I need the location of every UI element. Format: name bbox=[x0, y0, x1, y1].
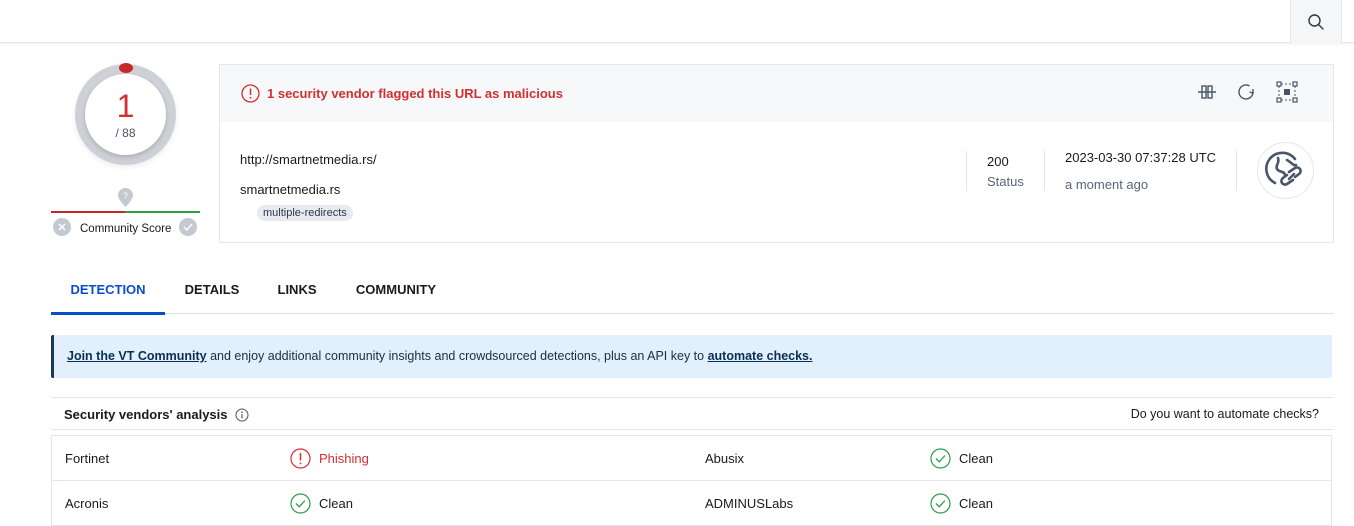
url-globe-link-icon bbox=[1264, 151, 1302, 186]
divider bbox=[1044, 151, 1045, 191]
tab-details[interactable]: DETAILS bbox=[177, 270, 247, 313]
check-circle-icon bbox=[930, 448, 951, 469]
vote-harmless-button[interactable] bbox=[179, 218, 197, 236]
tab-links[interactable]: LINKS bbox=[271, 270, 323, 313]
malicious-alert: 1 security vendor flagged this URL as ma… bbox=[241, 84, 563, 103]
community-score-label: Community Score bbox=[80, 223, 172, 235]
summary-card-header: 1 security vendor flagged this URL as ma… bbox=[220, 65, 1333, 122]
close-icon bbox=[58, 223, 66, 231]
check-circle-icon bbox=[290, 493, 311, 514]
vendors-title: Security vendors' analysis bbox=[64, 407, 249, 422]
automate-checks-link[interactable]: automate checks. bbox=[708, 349, 813, 363]
summary-actions bbox=[1196, 81, 1298, 103]
reanalyze-icon bbox=[1238, 84, 1254, 100]
community-bar-negative bbox=[51, 211, 125, 213]
vendors-header: Security vendors' analysis Do you want t… bbox=[51, 397, 1334, 430]
result-label: Phishing bbox=[319, 451, 369, 466]
vendors-table: Fortinet Phishing Abusix Clean Acronis C… bbox=[51, 435, 1332, 526]
reanalyze-button[interactable] bbox=[1236, 81, 1258, 103]
http-status-code: 200 bbox=[987, 154, 1009, 169]
community-banner: Join the VT Community and enjoy addition… bbox=[51, 335, 1332, 378]
banner-text: and enjoy additional community insights … bbox=[206, 349, 708, 363]
svg-text:?: ? bbox=[123, 191, 128, 201]
alert-circle-icon bbox=[290, 448, 311, 469]
vendor-name: Abusix bbox=[705, 451, 745, 466]
analysis-date: 2023-03-30 07:37:28 UTC bbox=[1065, 150, 1217, 165]
analysis-relative-date: a moment ago bbox=[1065, 177, 1149, 192]
alert-text: 1 security vendor flagged this URL as ma… bbox=[267, 86, 563, 101]
gauge-indicator-dot bbox=[119, 63, 133, 73]
vendor-result: Clean bbox=[930, 493, 993, 514]
automate-checks-prompt[interactable]: Do you want to automate checks? bbox=[1131, 407, 1319, 421]
compare-button[interactable] bbox=[1196, 81, 1218, 103]
result-label: Clean bbox=[959, 451, 993, 466]
community-score-pin-icon: ? bbox=[118, 188, 133, 207]
alert-circle-icon bbox=[241, 84, 260, 103]
vendor-name: ADMINUSLabs bbox=[705, 496, 794, 511]
divider bbox=[966, 151, 967, 191]
compare-icon bbox=[1198, 85, 1216, 99]
scanned-url[interactable]: http://smartnetmedia.rs/ bbox=[240, 152, 377, 167]
engine-total: / 88 bbox=[115, 126, 136, 140]
table-row: Acronis Clean ADMINUSLabs Clean bbox=[52, 481, 1331, 526]
tag-badge[interactable]: multiple-redirects bbox=[257, 205, 353, 221]
vendor-name: Acronis bbox=[65, 496, 109, 511]
detection-score-gauge: 1 / 88 bbox=[75, 63, 176, 165]
graph-button[interactable] bbox=[1276, 81, 1298, 103]
table-row: Fortinet Phishing Abusix Clean bbox=[52, 436, 1331, 481]
community-bar-positive bbox=[125, 211, 200, 213]
url-type-badge bbox=[1257, 142, 1314, 199]
graph-icon bbox=[1276, 81, 1298, 103]
result-label: Clean bbox=[959, 496, 993, 511]
vendor-name: Fortinet bbox=[65, 451, 110, 466]
tab-detection[interactable]: DETECTION bbox=[51, 270, 165, 315]
search-icon bbox=[1308, 13, 1324, 30]
check-circle-icon bbox=[930, 493, 951, 514]
community-score: ? Community Score bbox=[51, 186, 200, 238]
divider bbox=[1236, 151, 1237, 191]
url-domain[interactable]: smartnetmedia.rs bbox=[240, 182, 340, 197]
summary-card: 1 security vendor flagged this URL as ma… bbox=[219, 64, 1334, 243]
vendor-result: Phishing bbox=[290, 448, 369, 469]
join-community-link[interactable]: Join the VT Community bbox=[67, 349, 207, 363]
detection-count: 1 bbox=[116, 88, 135, 124]
result-label: Clean bbox=[319, 496, 353, 511]
search-button[interactable] bbox=[1290, 0, 1342, 43]
tab-community[interactable]: COMMUNITY bbox=[349, 270, 443, 313]
http-status-label: Status bbox=[987, 174, 1024, 189]
vendor-result: Clean bbox=[930, 448, 993, 469]
top-bar bbox=[0, 0, 1354, 43]
vendor-result: Clean bbox=[290, 493, 353, 514]
gauge-center: 1 / 88 bbox=[85, 74, 166, 155]
vendors-title-text: Security vendors' analysis bbox=[64, 407, 228, 422]
tab-bar: DETECTION DETAILS LINKS COMMUNITY bbox=[51, 270, 1334, 315]
vote-harmful-button[interactable] bbox=[53, 218, 71, 236]
info-icon[interactable] bbox=[235, 408, 249, 422]
check-icon bbox=[183, 223, 193, 231]
